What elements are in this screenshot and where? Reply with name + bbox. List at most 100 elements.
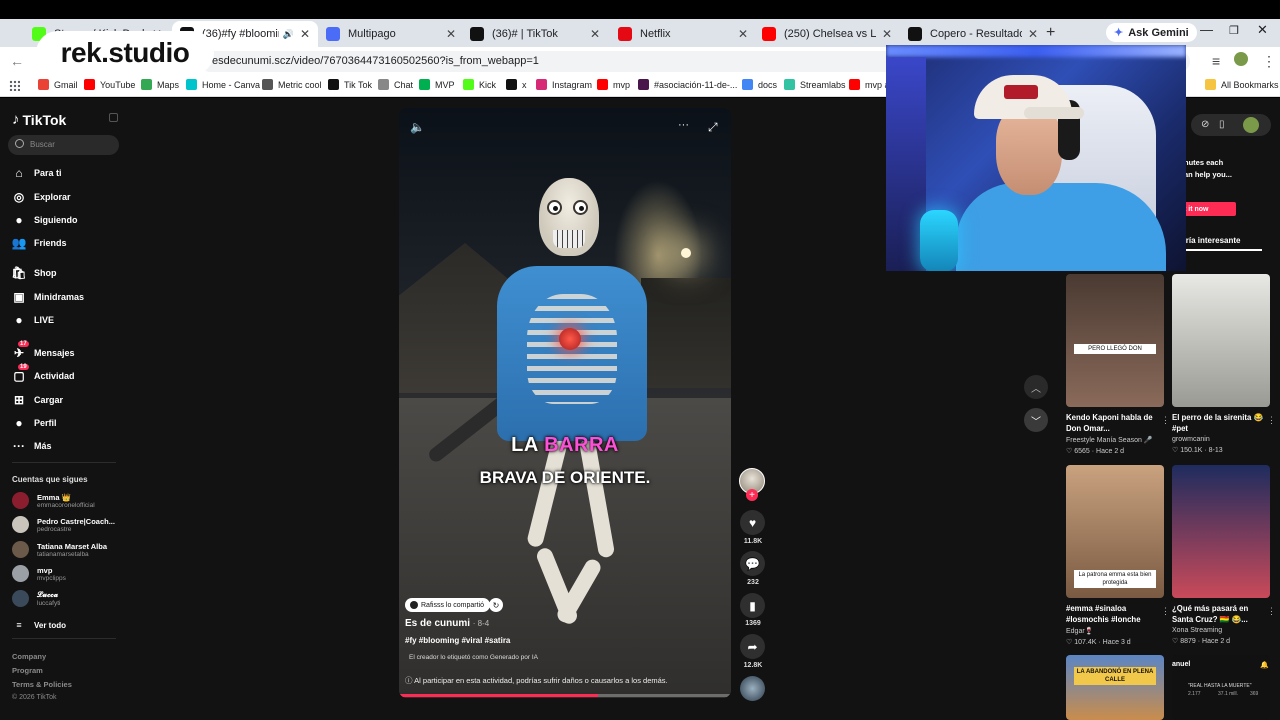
nav-shop[interactable]: 🛍 Shop [11,266,56,280]
fullscreen-icon[interactable]: ⤢ [708,120,718,135]
followed-account[interactable]: mvp mvpclipps [12,565,66,582]
bookmark-item[interactable]: mvp a [849,79,890,90]
browser-tab[interactable]: Copero - Resultados, estadísticas ✕ [900,21,1046,47]
device-icon[interactable]: ▯ [1219,119,1225,130]
footer-link[interactable]: Terms & Policies [12,680,72,689]
bookmark-item[interactable]: Tik Tok [328,79,372,90]
heart-icon: ♡ [1066,639,1073,646]
followed-account[interactable]: Pedro Castre|Coach... pedrocastre [12,516,115,533]
card-more-icon[interactable]: ⋮ [1161,606,1170,617]
card-more-icon[interactable]: ⋮ [1267,606,1276,617]
bookmark-item[interactable]: Streamlabs [784,79,846,90]
tab-close-icon[interactable]: ✕ [1028,27,1038,41]
speaker-icon[interactable]: 🔊 [283,29,294,40]
media-controls-icon[interactable]: ≡ [1212,53,1220,69]
tab-close-icon[interactable]: ✕ [882,27,892,41]
nav-profile[interactable]: ● Perfil [12,416,56,430]
tiktok-logo[interactable]: ♪ TikTok [12,111,66,128]
card-more-icon[interactable]: ⋮ [1267,415,1276,426]
bookmark-icon[interactable]: ▮ [740,593,765,618]
repost-icon[interactable]: ↻ [489,598,503,612]
follow-plus-icon[interactable]: + [746,489,758,501]
nav-activity[interactable]: ▢ 19 Actividad [12,364,75,383]
safety-warning[interactable]: ⓘ Al participar en esta actividad, podrí… [405,675,668,686]
video-author[interactable]: Es de cunumi · 8-4 [405,618,489,629]
collapse-sidebar-icon[interactable] [109,113,118,122]
chevron-up-icon[interactable]: ︿ [1024,375,1048,399]
profile-avatar[interactable] [1234,52,1248,66]
followed-account[interactable]: 𝓛𝓾𝓬𝓬𝓪 luccafyti [12,590,60,607]
bookmark-item[interactable]: x [506,79,527,90]
footer-link[interactable]: Program [12,666,43,675]
new-tab-button[interactable]: + [1046,24,1055,42]
video-card[interactable]: anuel "REAL HASTA LA MUERTE" 2.177 37.1 … [1172,655,1270,720]
coin-icon[interactable]: ⊘ [1201,119,1209,130]
bookmark-item[interactable]: #asociación-11-de-... [638,79,737,90]
browser-tab[interactable]: (36)# | TikTok ✕ [462,21,608,47]
video-player[interactable]: 🔈 ··· ⤢ LA BARRA BRAVA DE ORIENTE. Rafis… [399,108,731,698]
shared-by-pill[interactable]: Rafisss lo compartió [405,598,491,612]
footer-link[interactable]: Company [12,652,46,661]
bookmark-favicon-icon [463,79,474,90]
nav-live[interactable]: ● LIVE [12,313,54,327]
close-window-icon[interactable]: ✕ [1257,22,1268,38]
apps-grid-icon[interactable] [9,80,20,91]
bookmark-item[interactable]: Instagram [536,79,592,90]
more-options-icon[interactable]: ··· [678,119,689,131]
tab-close-icon[interactable]: ✕ [590,27,600,41]
bookmark-item[interactable]: Kick [463,79,496,90]
chrome-menu-icon[interactable]: ⋮ [1262,53,1276,70]
promo-cta-button[interactable]: t it now [1178,202,1236,216]
video-progress-bar[interactable] [399,694,731,697]
nav-home[interactable]: ⌂ Para ti [12,166,61,180]
video-card[interactable]: PERO LLEGÓ DON Kendo Kaponi habla de Don … [1066,274,1170,455]
thumbnail-stat: 37.1 mill. [1218,691,1239,697]
all-bookmarks[interactable]: All Bookmarks [1205,79,1279,90]
bookmark-item[interactable]: Chat [378,79,413,90]
browser-tab[interactable]: Netflix ✕ [610,21,756,47]
video-card[interactable]: La patrona emma esta bien protegida #emma… [1066,465,1170,646]
chevron-down-icon[interactable]: ﹀ [1024,408,1048,432]
bookmark-item[interactable]: docs [742,79,777,90]
share-arrow-icon[interactable]: ➦ [740,634,765,659]
search-input[interactable]: Buscar [8,135,119,155]
volume-icon[interactable]: 🔈 [410,120,425,134]
nav-compass[interactable]: ◎ Explorar [12,190,71,204]
comment-icon[interactable]: 💬 [740,551,765,576]
bookmark-item[interactable]: MVP [419,79,455,90]
bookmark-item[interactable]: mvp [597,79,630,90]
followed-account[interactable]: Tatiana Marset Alba tatianamarsetalba [12,541,107,558]
bookmark-item[interactable]: Metric cool [262,79,322,90]
see-all-link[interactable]: ≡ Ver todo [12,618,66,632]
video-card[interactable]: ¿Qué más pasará en Santa Cruz? 🇧🇴 😂... Xo… [1172,465,1276,645]
restore-icon[interactable]: ❐ [1229,24,1239,37]
card-more-icon[interactable]: ⋮ [1161,415,1170,426]
back-icon[interactable]: ← [10,53,24,69]
followed-account[interactable]: Emma 👑 emmacoronelofficial [12,492,95,509]
nav-upload[interactable]: ⊞ Cargar [12,393,63,407]
minimize-icon[interactable]: — [1200,22,1213,37]
nav-friends[interactable]: 👥 Friends [12,236,67,250]
bookmark-item[interactable]: Home - Canva [186,79,260,90]
user-avatar[interactable] [1243,117,1259,133]
like-heart-icon[interactable]: ♥ [740,510,765,535]
nav-minidramas[interactable]: ▣ Minidramas [12,290,84,304]
bookmark-item[interactable]: YouTube [84,79,135,90]
video-card[interactable]: El perro de la sirenita 😂 #pet growmcanin… [1172,274,1276,454]
video-hashtags[interactable]: #fy #blooming #viral #satira [405,636,510,645]
nav-messages[interactable]: ✈ 17 Mensajes [12,341,75,360]
video-card[interactable]: LA ABANDONÓ EN PLENA CALLE [1066,655,1164,720]
browser-tab[interactable]: Multipago ✕ [318,21,464,47]
tab-close-icon[interactable]: ✕ [738,27,748,41]
nav-more[interactable]: ··· Más [12,439,52,453]
music-disc-icon[interactable] [740,676,765,701]
bookmark-item[interactable]: Gmail [38,79,78,90]
nav-following[interactable]: ● Siguiendo [12,213,77,227]
ask-gemini-button[interactable]: ✦ Ask Gemini [1106,23,1197,42]
tab-close-icon[interactable]: ✕ [300,27,310,41]
bookmark-item[interactable]: Maps [141,79,179,90]
tab-close-icon[interactable]: ✕ [446,27,456,41]
browser-tab[interactable]: (250) Chelsea vs Luton Town ✕ [754,21,900,47]
card-likes: 107.4K [1074,639,1097,646]
recommended-tab[interactable]: odría interesante [1176,236,1262,251]
